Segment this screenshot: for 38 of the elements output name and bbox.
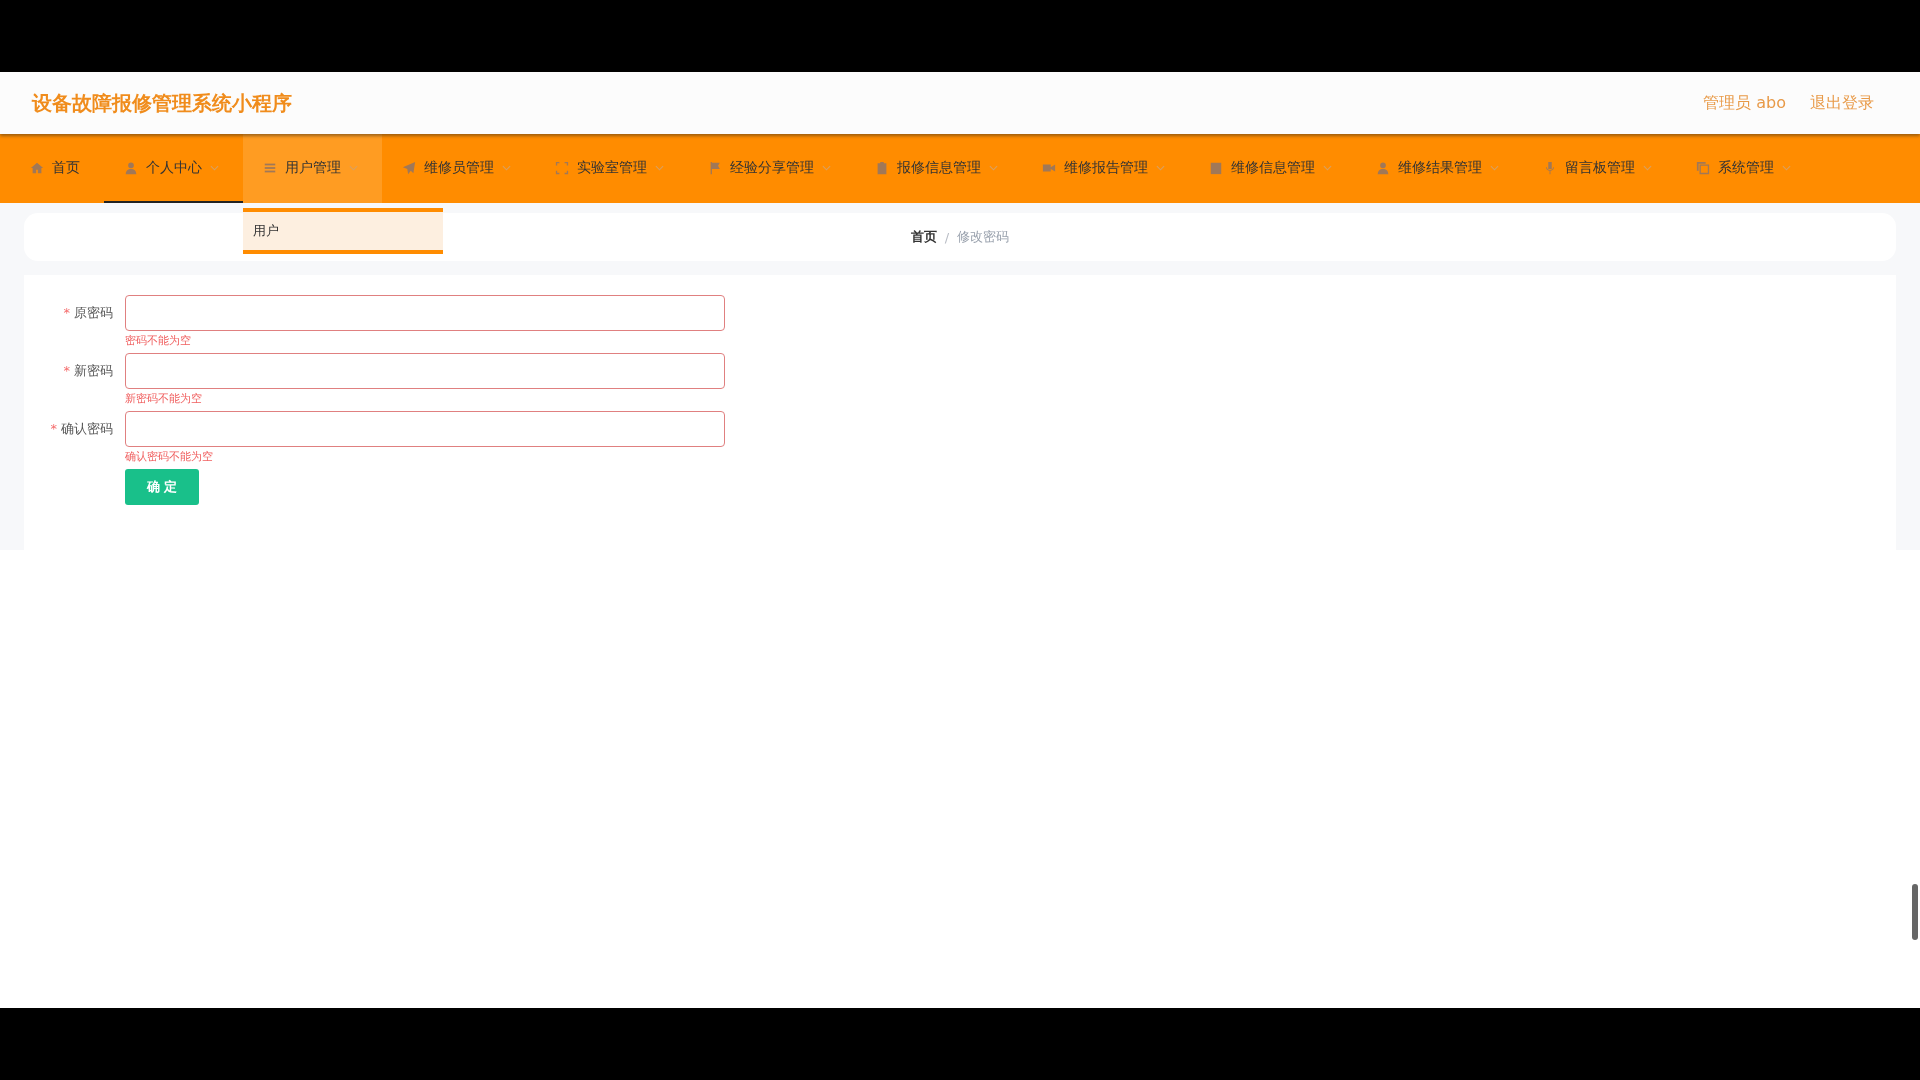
dropdown-item[interactable]: 用户	[243, 212, 443, 250]
password-field[interactable]	[125, 353, 725, 389]
nav-menu-item[interactable]: 经验分享管理	[688, 134, 855, 203]
error-message: 确认密码不能为空	[125, 449, 214, 465]
flag-icon	[708, 160, 722, 175]
clip-icon	[875, 160, 889, 175]
breadcrumb-separator: /	[944, 229, 950, 245]
field-label: 原密码	[74, 305, 113, 320]
error-message: 新密码不能为空	[125, 391, 203, 407]
home-icon	[30, 160, 44, 175]
nav-menu-item[interactable]: 维修报告管理	[1022, 134, 1189, 203]
nav-menu-item[interactable]: 实验室管理	[535, 134, 688, 203]
nav-menu-item[interactable]: 系统管理	[1676, 134, 1815, 203]
nav-menu-item[interactable]: 维修信息管理	[1189, 134, 1356, 203]
nav-menu-item[interactable]: 用户管理	[243, 134, 382, 203]
error-message: 密码不能为空	[125, 333, 192, 349]
user-icon	[124, 160, 138, 175]
required-mark: *	[63, 363, 70, 378]
required-mark: *	[50, 421, 57, 436]
send-icon	[402, 160, 416, 175]
app-title: 设备故障报修管理系统小程序	[32, 89, 292, 117]
user-icon	[1376, 160, 1390, 175]
breadcrumb-item[interactable]: 首页	[910, 228, 937, 246]
scrollbar[interactable]	[1912, 884, 1918, 940]
required-mark: *	[63, 305, 70, 320]
breadcrumb-item: 修改密码	[957, 228, 1010, 246]
nav-menu-item[interactable]: 报修信息管理	[855, 134, 1022, 203]
user-name: 管理员 abo	[1703, 92, 1786, 114]
password-field[interactable]	[125, 411, 725, 447]
nav-menu-item[interactable]: 首页	[10, 134, 104, 203]
nav-menu-item[interactable]: 维修员管理	[382, 134, 535, 203]
nav-menu-item[interactable]: 留言板管理	[1523, 134, 1676, 203]
field-label: 确认密码	[61, 421, 113, 436]
frame-icon	[555, 160, 569, 175]
password-field[interactable]	[125, 295, 725, 331]
nav-menu-item[interactable]: 维修结果管理	[1356, 134, 1523, 203]
copy-icon	[1696, 160, 1710, 175]
field-label: 新密码	[74, 363, 113, 378]
